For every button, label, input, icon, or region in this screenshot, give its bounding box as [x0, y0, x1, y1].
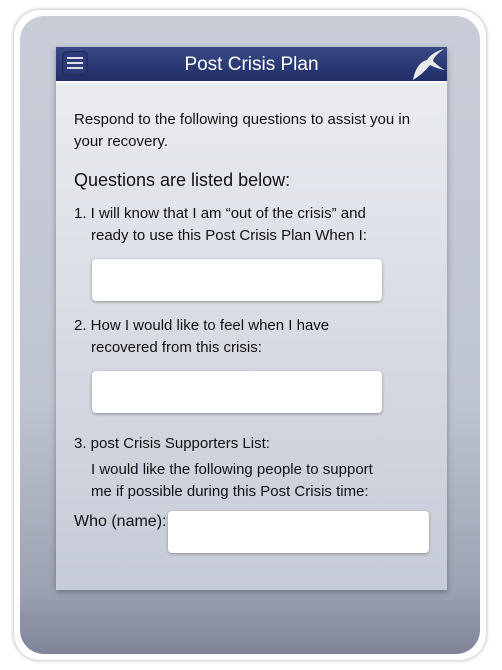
question-label: me if possible during this Post Crisis t…: [91, 483, 369, 500]
question-label: 3. post Crisis Supporters List:: [74, 435, 270, 452]
question-label: I would like the following people to sup…: [91, 461, 373, 478]
question-1: 1. I will know that I am “out of the cri…: [74, 203, 429, 301]
question-2-input[interactable]: [92, 371, 382, 413]
question-label: recovered from this crisis:: [91, 339, 262, 356]
question-label: 1. I will know that I am “out of the cri…: [74, 205, 366, 222]
who-name-input[interactable]: [168, 511, 429, 553]
intro-text: Respond to the following questions to as…: [74, 111, 411, 150]
question-2: 2. How I would like to feel when I have …: [74, 315, 429, 413]
app-header: Post Crisis Plan: [56, 47, 447, 83]
app-screen: Post Crisis Plan Respond to the followin…: [56, 47, 447, 590]
question-3: 3. post Crisis Supporters List: I would …: [74, 433, 429, 553]
who-name-label: Who (name):: [74, 513, 167, 530]
page-title: Post Crisis Plan: [184, 54, 319, 75]
question-1-input[interactable]: [92, 259, 382, 301]
questions-heading: Questions are listed below:: [74, 170, 291, 190]
form-content: Respond to the following questions to as…: [56, 83, 447, 553]
hamburger-icon[interactable]: [62, 51, 88, 75]
swallow-bird-icon: [413, 49, 445, 80]
question-label: 2. How I would like to feel when I have: [74, 317, 330, 334]
question-label: ready to use this Post Crisis Plan When …: [91, 227, 367, 244]
